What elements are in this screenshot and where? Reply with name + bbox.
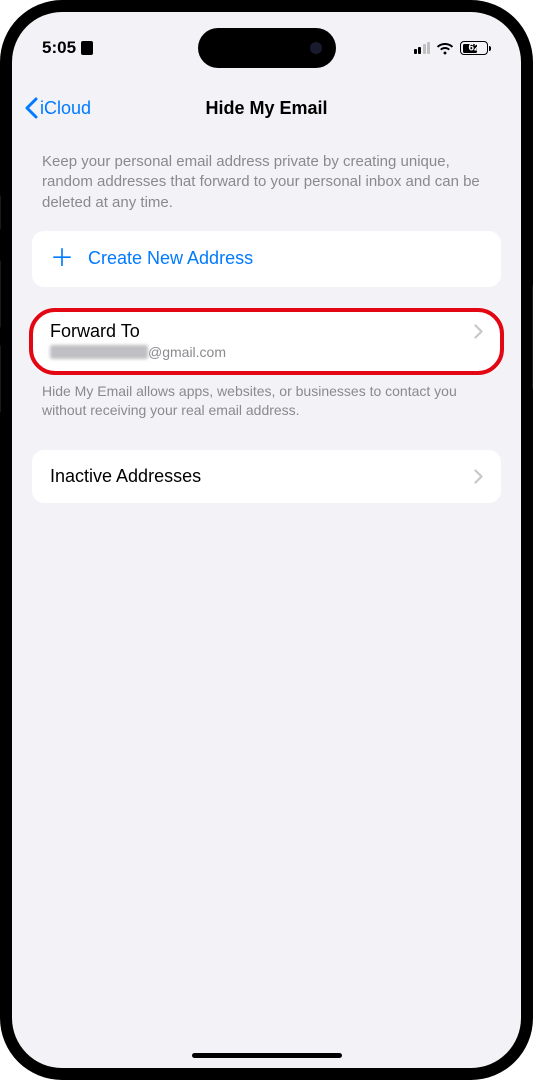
home-indicator[interactable] (192, 1053, 342, 1058)
forward-footer-text: Hide My Email allows apps, websites, or … (12, 372, 521, 420)
status-right: 62 (414, 41, 492, 55)
wifi-icon (436, 42, 454, 55)
forward-to-title: Forward To (50, 321, 140, 342)
back-label: iCloud (40, 98, 91, 119)
status-time: 5:05 (42, 38, 76, 58)
mute-switch (0, 195, 1, 230)
forward-to-group: Forward To @gmail.com (32, 311, 501, 372)
contact-card-icon (81, 41, 93, 55)
email-domain: @gmail.com (148, 344, 226, 360)
phone-frame: 5:05 62 (0, 0, 533, 1080)
forward-to-button[interactable]: Forward To @gmail.com (32, 311, 501, 372)
volume-down-button (0, 345, 1, 413)
chevron-right-icon (474, 469, 483, 484)
redacted-email-prefix (50, 345, 148, 359)
content-area: iCloud Hide My Email Keep your personal … (12, 12, 521, 1068)
navigation-header: iCloud Hide My Email (12, 84, 521, 132)
chevron-right-icon (474, 324, 483, 339)
inactive-group: Inactive Addresses (32, 450, 501, 503)
inactive-addresses-button[interactable]: Inactive Addresses (32, 450, 501, 503)
plus-icon: ＋ (50, 247, 74, 271)
create-label: Create New Address (88, 248, 253, 269)
dynamic-island (198, 28, 336, 68)
create-group: ＋ Create New Address (32, 231, 501, 287)
battery-percent: 62 (468, 43, 479, 54)
chevron-left-icon (24, 97, 38, 119)
intro-description: Keep your personal email address private… (12, 132, 521, 231)
create-new-address-button[interactable]: ＋ Create New Address (32, 231, 501, 287)
back-button[interactable]: iCloud (24, 97, 91, 119)
cellular-signal-icon (414, 42, 431, 54)
inactive-label: Inactive Addresses (50, 466, 201, 487)
status-left: 5:05 (42, 38, 93, 58)
volume-up-button (0, 260, 1, 328)
forward-email-value: @gmail.com (50, 344, 483, 360)
screen: 5:05 62 (12, 12, 521, 1068)
battery-indicator: 62 (460, 41, 491, 55)
